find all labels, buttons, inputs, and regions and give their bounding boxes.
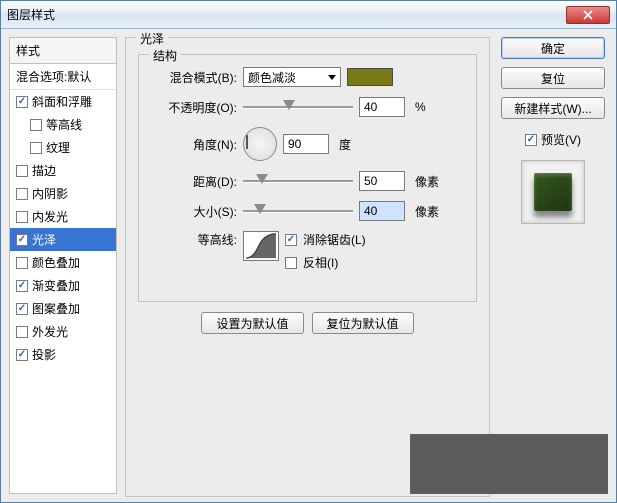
style-item-label: 纹理 bbox=[46, 139, 70, 156]
checkbox-icon bbox=[30, 142, 42, 154]
antialias-checkbox[interactable]: 消除锯齿(L) bbox=[285, 231, 366, 248]
style-item[interactable]: 内发光 bbox=[10, 205, 116, 228]
checkbox-icon bbox=[16, 234, 28, 246]
antialias-label: 消除锯齿(L) bbox=[303, 231, 366, 248]
blending-options[interactable]: 混合选项:默认 bbox=[10, 64, 116, 90]
style-item-label: 投影 bbox=[32, 346, 56, 363]
window-title: 图层样式 bbox=[7, 6, 55, 23]
distance-unit: 像素 bbox=[415, 173, 439, 190]
checkbox-icon bbox=[285, 234, 297, 246]
dialog-actions: 确定 复位 新建样式(W)... 预览(V) bbox=[498, 37, 608, 494]
preview-label: 预览(V) bbox=[541, 131, 581, 148]
distance-input[interactable] bbox=[359, 171, 405, 191]
style-item[interactable]: 内阴影 bbox=[10, 182, 116, 205]
checkbox-icon bbox=[525, 134, 537, 146]
style-item-label: 内阴影 bbox=[32, 185, 68, 202]
styles-list: 样式 混合选项:默认 斜面和浮雕等高线纹理描边内阴影内发光光泽颜色叠加渐变叠加图… bbox=[9, 37, 117, 494]
chevron-down-icon bbox=[328, 75, 336, 80]
style-item[interactable]: 等高线 bbox=[10, 113, 116, 136]
size-input[interactable] bbox=[359, 201, 405, 221]
checkbox-icon bbox=[16, 211, 28, 223]
style-item-label: 渐变叠加 bbox=[32, 277, 80, 294]
checkbox-icon bbox=[16, 188, 28, 200]
panel-title: 光泽 bbox=[136, 30, 168, 47]
resize-overlay bbox=[410, 434, 608, 494]
new-style-button[interactable]: 新建样式(W)... bbox=[501, 97, 605, 119]
angle-label: 角度(N): bbox=[153, 136, 237, 153]
style-item[interactable]: 纹理 bbox=[10, 136, 116, 159]
checkbox-icon bbox=[16, 257, 28, 269]
blend-mode-label: 混合模式(B): bbox=[153, 69, 237, 86]
opacity-label: 不透明度(O): bbox=[153, 99, 237, 116]
style-item-label: 描边 bbox=[32, 162, 56, 179]
invert-checkbox[interactable]: 反相(I) bbox=[285, 254, 366, 271]
preview-checkbox[interactable]: 预览(V) bbox=[525, 131, 581, 148]
blend-mode-select[interactable]: 颜色减淡 bbox=[243, 67, 341, 87]
style-item-label: 颜色叠加 bbox=[32, 254, 80, 271]
distance-label: 距离(D): bbox=[153, 173, 237, 190]
size-slider[interactable] bbox=[243, 204, 353, 218]
style-item[interactable]: 斜面和浮雕 bbox=[10, 90, 116, 113]
contour-picker[interactable] bbox=[243, 231, 279, 261]
style-item-label: 图案叠加 bbox=[32, 300, 80, 317]
effect-settings: 光泽 结构 混合模式(B): 颜色减淡 不透明度(O): bbox=[125, 37, 490, 494]
blend-mode-value: 颜色减淡 bbox=[248, 69, 296, 86]
style-item[interactable]: 外发光 bbox=[10, 320, 116, 343]
checkbox-icon bbox=[16, 303, 28, 315]
close-icon bbox=[583, 10, 593, 20]
opacity-unit: % bbox=[415, 100, 426, 114]
style-item[interactable]: 光泽 bbox=[10, 228, 116, 251]
style-item[interactable]: 描边 bbox=[10, 159, 116, 182]
angle-dial[interactable] bbox=[243, 127, 277, 161]
checkbox-icon bbox=[16, 96, 28, 108]
opacity-slider[interactable] bbox=[243, 100, 353, 114]
ok-button[interactable]: 确定 bbox=[501, 37, 605, 59]
styles-header[interactable]: 样式 bbox=[10, 38, 116, 64]
checkbox-icon bbox=[16, 349, 28, 361]
style-item[interactable]: 投影 bbox=[10, 343, 116, 366]
cancel-button[interactable]: 复位 bbox=[501, 67, 605, 89]
checkbox-icon bbox=[16, 280, 28, 292]
style-item-label: 光泽 bbox=[32, 231, 56, 248]
titlebar: 图层样式 bbox=[1, 1, 616, 29]
style-item[interactable]: 颜色叠加 bbox=[10, 251, 116, 274]
close-button[interactable] bbox=[566, 6, 610, 24]
checkbox-icon bbox=[16, 326, 28, 338]
reset-default-button[interactable]: 复位为默认值 bbox=[312, 312, 414, 334]
preview-thumbnail bbox=[521, 160, 585, 224]
checkbox-icon bbox=[285, 257, 297, 269]
style-item-label: 等高线 bbox=[46, 116, 82, 133]
contour-label: 等高线: bbox=[153, 231, 237, 248]
style-item[interactable]: 图案叠加 bbox=[10, 297, 116, 320]
style-item[interactable]: 渐变叠加 bbox=[10, 274, 116, 297]
angle-unit: 度 bbox=[339, 136, 351, 153]
color-swatch[interactable] bbox=[347, 68, 393, 86]
opacity-input[interactable] bbox=[359, 97, 405, 117]
make-default-button[interactable]: 设置为默认值 bbox=[201, 312, 303, 334]
style-item-label: 内发光 bbox=[32, 208, 68, 225]
style-item-label: 外发光 bbox=[32, 323, 68, 340]
invert-label: 反相(I) bbox=[303, 254, 338, 271]
angle-input[interactable] bbox=[283, 134, 329, 154]
checkbox-icon bbox=[30, 119, 42, 131]
checkbox-icon bbox=[16, 165, 28, 177]
size-label: 大小(S): bbox=[153, 203, 237, 220]
distance-slider[interactable] bbox=[243, 174, 353, 188]
style-item-label: 斜面和浮雕 bbox=[32, 93, 92, 110]
preview-surface bbox=[534, 173, 572, 211]
size-unit: 像素 bbox=[415, 203, 439, 220]
layer-style-dialog: 图层样式 样式 混合选项:默认 斜面和浮雕等高线纹理描边内阴影内发光光泽颜色叠加… bbox=[0, 0, 617, 503]
structure-group-label: 结构 bbox=[149, 47, 181, 64]
